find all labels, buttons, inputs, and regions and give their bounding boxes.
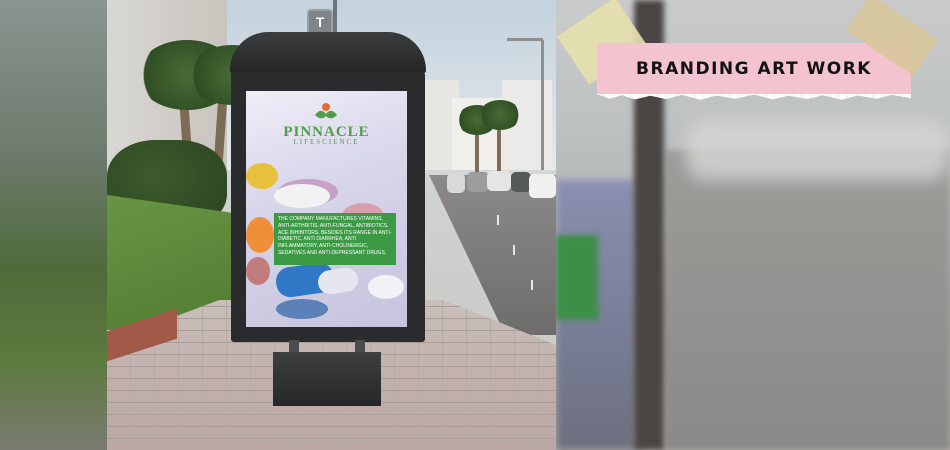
pill — [274, 184, 330, 208]
car — [487, 171, 511, 191]
billboard-photo: T PINNACLE LIFESCIENCE THE COMPANY MANUF… — [107, 0, 556, 450]
car — [447, 173, 465, 193]
blurred-green-box — [556, 235, 598, 320]
pill — [368, 275, 404, 299]
pill — [246, 217, 274, 253]
blurred-cars — [686, 120, 950, 180]
advertisement-poster: PINNACLE LIFESCIENCE THE COMPANY MANUFAC… — [246, 91, 407, 327]
street-lamp — [541, 40, 544, 170]
pinnacle-logo-icon — [315, 103, 337, 119]
pill — [246, 163, 278, 189]
brand-tagline: LIFESCIENCE — [293, 138, 360, 146]
branding-label-title: BRANDING ART WORK — [636, 59, 872, 79]
branding-label: BRANDING ART WORK — [597, 43, 911, 100]
product-description: THE COMPANY MANUFACTURES VITAMINS, ANTI-… — [274, 213, 396, 265]
sign-pole — [333, 0, 337, 36]
car — [511, 172, 531, 192]
car — [529, 174, 556, 198]
blurred-background-left — [0, 0, 107, 450]
road-marking — [497, 215, 499, 225]
shelter-base — [273, 352, 381, 406]
blurred-road — [666, 150, 950, 450]
pill-reflection — [276, 299, 328, 319]
shelter-roof — [230, 32, 426, 74]
road-marking — [513, 245, 515, 255]
pill — [246, 257, 270, 285]
street-lamp-arm — [507, 38, 543, 41]
palm-tree — [479, 100, 521, 130]
parked-cars — [425, 168, 556, 198]
road-marking — [531, 280, 533, 290]
car — [467, 172, 489, 192]
